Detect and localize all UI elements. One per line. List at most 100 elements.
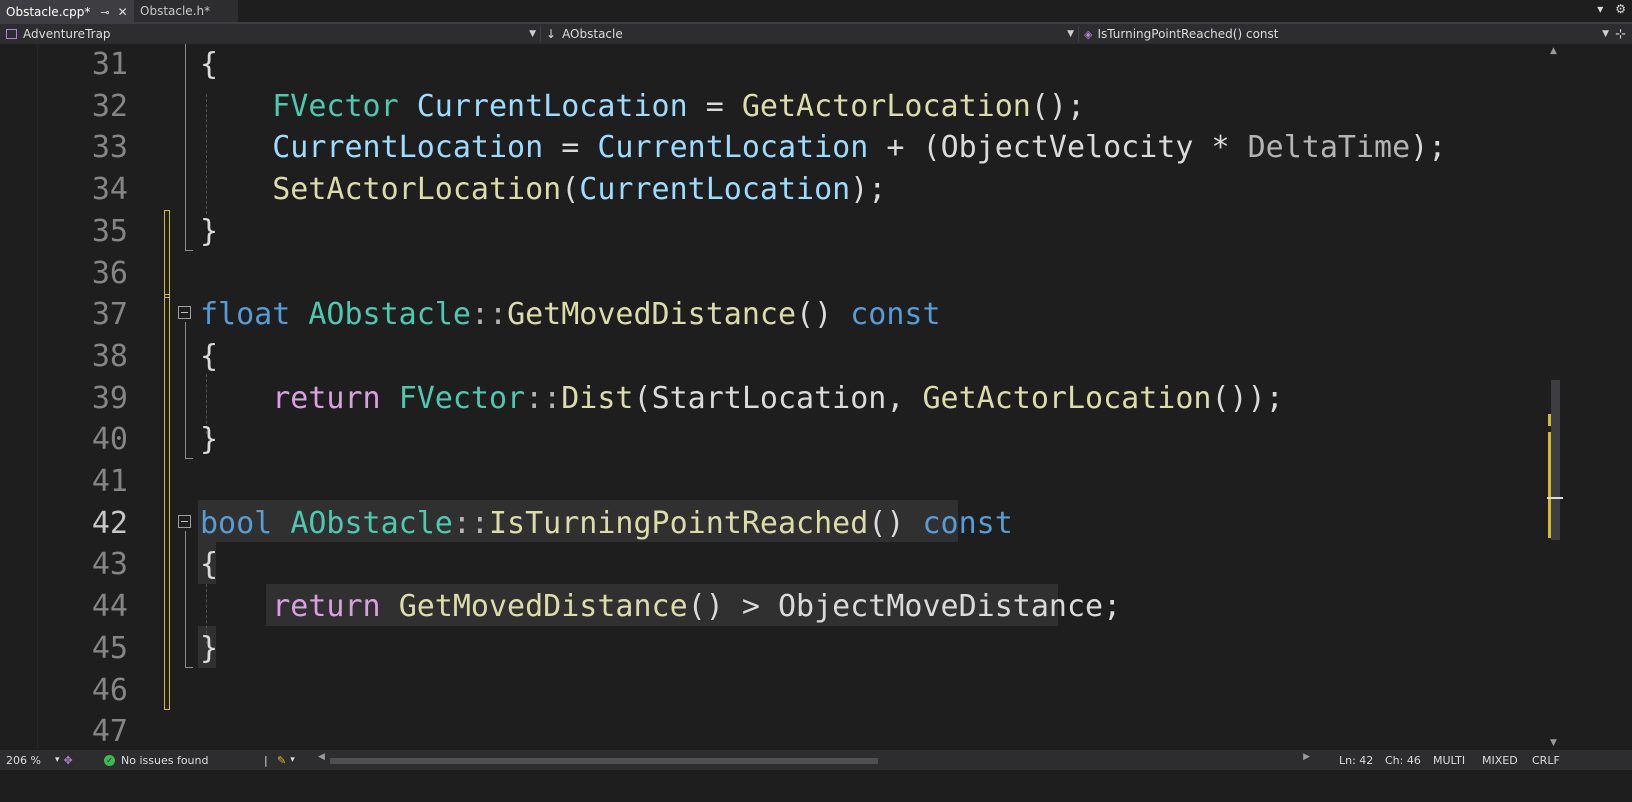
scope-dropdown[interactable]: ↓ AObstacle ▼ <box>542 24 1078 44</box>
change-mark <box>1548 432 1551 538</box>
code-editor[interactable]: 31 {32 FVector CurrentLocation = GetActor… <box>0 44 1612 786</box>
line-number: 43 <box>91 547 128 583</box>
tab-bar: Obstacle.cpp* ⊸ ✕ Obstacle.h* ▾ ⚙ <box>0 0 1632 22</box>
code-text: float AObstacle::GetMovedDistance() cons… <box>200 293 941 336</box>
code-token: * <box>1193 130 1248 166</box>
code-line[interactable]: 42 bool AObstacle::IsTurningPointReached(… <box>0 502 1612 545</box>
line-number: 39 <box>91 380 128 416</box>
code-token: :: <box>470 297 508 333</box>
member-dropdown[interactable]: ◈ IsTurningPointReached() const ▼ <box>1080 24 1613 44</box>
code-line[interactable]: 37 float AObstacle::GetMovedDistance() co… <box>0 293 1612 336</box>
scroll-right-icon[interactable]: ▶ <box>1303 752 1310 762</box>
gear-icon[interactable]: ⚙ <box>1615 2 1626 16</box>
copilot-icon[interactable]: ✥ <box>63 754 72 767</box>
code-token: DeltaTime <box>1247 130 1411 166</box>
code-token: } <box>200 422 219 458</box>
tab-obstacle-h[interactable]: Obstacle.h* <box>134 0 238 22</box>
project-dropdown[interactable]: AdventureTrap ▼ <box>0 24 540 44</box>
code-token: CurrentLocation <box>597 130 869 166</box>
code-token: } <box>200 213 219 249</box>
pin-icon[interactable]: ⊸ <box>100 6 109 19</box>
divider: | <box>264 753 268 767</box>
code-text: { <box>200 43 218 86</box>
chevron-down-icon: ▼ <box>529 29 536 39</box>
bottom-strip <box>0 770 1632 802</box>
char-indicator[interactable]: Ch: 46 <box>1385 750 1421 770</box>
tab-bar-actions: ▾ ⚙ <box>1597 2 1626 16</box>
horizontal-scrollbar[interactable]: ◀ ▶ <box>318 752 1310 764</box>
line-number: 47 <box>91 714 128 750</box>
line-number: 32 <box>91 88 128 124</box>
issues-indicator[interactable]: ✓ No issues found <box>104 750 208 770</box>
code-line[interactable]: 36 <box>0 252 1612 295</box>
code-token: () <box>796 297 851 333</box>
code-line[interactable]: 45} <box>0 627 1612 670</box>
code-line[interactable]: 43 { <box>0 543 1612 586</box>
code-token: , <box>886 380 923 416</box>
check-circle-icon: ✓ <box>104 754 115 766</box>
code-line[interactable]: 35} <box>0 210 1612 253</box>
code-token: FVector <box>398 380 526 416</box>
line-number: 34 <box>91 172 128 208</box>
chevron-down-icon[interactable]: ▾ <box>1597 2 1603 16</box>
line-indicator[interactable]: Ln: 42 <box>1339 750 1373 770</box>
scrollbar-thumb[interactable] <box>330 758 878 764</box>
code-line[interactable]: 40} <box>0 418 1612 461</box>
code-line[interactable]: 34 SetActorLocation(CurrentLocation); <box>0 168 1612 211</box>
code-token: const <box>922 505 1013 541</box>
member-label: IsTurningPointReached() const <box>1097 27 1279 41</box>
code-token: GetMovedDistance <box>398 589 688 625</box>
code-token: :: <box>452 505 489 541</box>
code-cleanup-button[interactable]: ✎ ▾ <box>277 750 295 770</box>
line-endings[interactable]: CRLF <box>1532 750 1560 770</box>
code-line[interactable]: 33 CurrentLocation = CurrentLocation + (… <box>0 126 1612 169</box>
line-number: 46 <box>91 672 128 708</box>
project-icon <box>6 29 17 39</box>
code-line[interactable]: 31 { <box>0 43 1612 86</box>
code-token: AObstacle <box>308 297 471 333</box>
scope-label: AObstacle <box>562 27 623 41</box>
tabs-mode[interactable]: MIXED <box>1482 750 1518 770</box>
method-cube-icon: ◈ <box>1084 27 1093 41</box>
code-line[interactable]: 44 return GetMovedDistance() > ObjectMov… <box>0 585 1612 628</box>
scrollbar-thumb[interactable] <box>1551 380 1560 540</box>
tab-obstacle-cpp[interactable]: Obstacle.cpp* ⊸ ✕ <box>0 0 134 22</box>
zoom-dropdown[interactable]: 206 % ▾ ✥ <box>6 750 73 770</box>
caret-marker <box>1547 497 1563 499</box>
code-token: + ( <box>868 130 941 166</box>
code-token: FVector <box>272 88 399 124</box>
divider <box>1078 26 1079 42</box>
close-icon[interactable]: ✕ <box>118 5 128 19</box>
line-number: 44 <box>91 589 128 625</box>
split-window-icon[interactable]: ⊹ <box>1615 24 1626 44</box>
code-line[interactable]: 38 { <box>0 335 1612 378</box>
selection-mode[interactable]: MULTI <box>1433 750 1465 770</box>
code-token: float <box>200 297 291 333</box>
code-line[interactable]: 47 <box>0 710 1612 753</box>
scroll-down-icon[interactable]: ▼ <box>1550 738 1557 748</box>
scroll-left-icon[interactable]: ◀ <box>318 752 325 762</box>
code-line[interactable]: 32 FVector CurrentLocation = GetActorLoc… <box>0 85 1612 128</box>
code-line[interactable]: 39 return FVector::Dist(StartLocation, G… <box>0 377 1612 420</box>
line-number: 33 <box>91 130 128 166</box>
code-line[interactable]: 46 <box>0 669 1612 712</box>
status-bar: 206 % ▾ ✥ ✓ No issues found | ✎ ▾ ◀ ▶ Ln… <box>0 750 1632 770</box>
code-token: GetActorLocation <box>922 380 1212 416</box>
code-token: bool <box>200 505 273 541</box>
scroll-up-icon[interactable]: ▲ <box>1550 46 1557 56</box>
chevron-down-icon: ▼ <box>1602 29 1609 39</box>
code-token: StartLocation <box>651 380 887 416</box>
code-token: AObstacle <box>290 505 453 541</box>
brush-icon: ✎ <box>277 753 287 767</box>
code-token: ); <box>1410 130 1447 166</box>
chevron-down-icon: ▼ <box>1067 29 1074 39</box>
code-line[interactable]: 41 <box>0 460 1612 503</box>
line-number: 41 <box>91 464 128 499</box>
